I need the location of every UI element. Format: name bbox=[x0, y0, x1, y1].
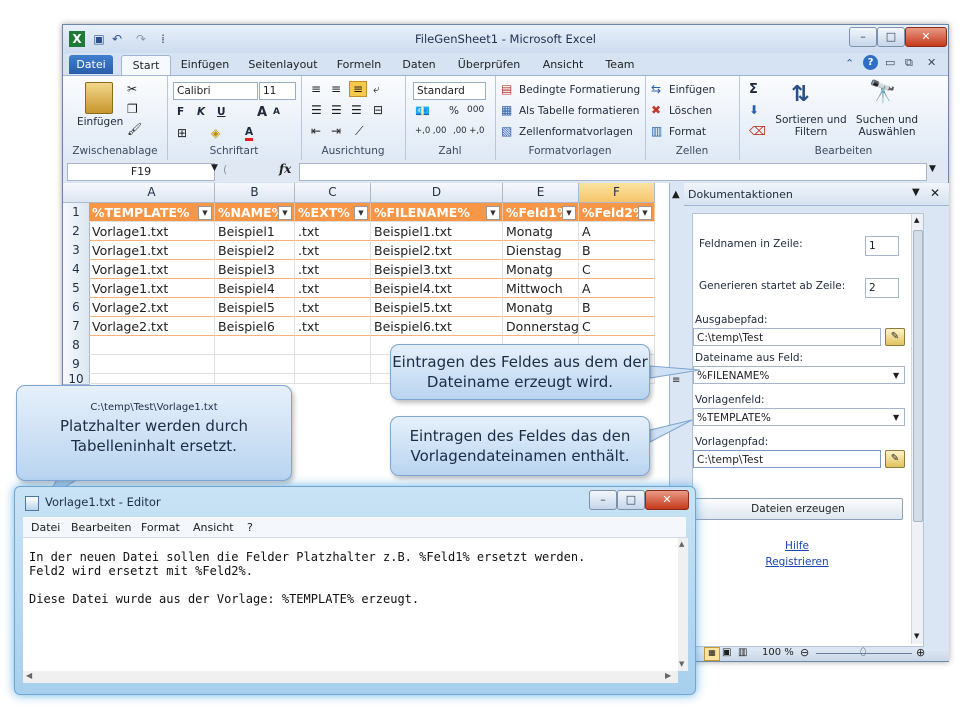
menu-help[interactable]: ? bbox=[247, 521, 253, 534]
notepad-title: Vorlage1.txt - Editor bbox=[45, 495, 161, 509]
notepad-close-button[interactable]: ✕ bbox=[645, 490, 689, 510]
notepad-vscrollbar[interactable]: ▲ ▼ bbox=[678, 538, 688, 671]
notepad-text-area[interactable]: In der neuen Datei sollen die Felder Pla… bbox=[23, 538, 678, 671]
callout-filename-field: Eintragen des Feldes aus dem der Dateina… bbox=[390, 344, 650, 400]
notepad-minimize-button[interactable]: – bbox=[589, 490, 617, 510]
notepad-icon bbox=[25, 496, 39, 511]
menu-datei[interactable]: Datei bbox=[31, 521, 60, 534]
notepad-scroll-left-icon[interactable]: ◀ bbox=[26, 671, 32, 680]
callout-placeholder-text: Platzhalter werden durch Tabelleninhalt … bbox=[59, 417, 249, 455]
notepad-hscrollbar[interactable]: ◀ ▶ bbox=[23, 671, 678, 683]
menu-ansicht[interactable]: Ansicht bbox=[193, 521, 234, 534]
notepad-window: Vorlage1.txt - Editor – □ ✕ Datei Bearbe… bbox=[14, 486, 696, 695]
notepad-menubar: Datei Bearbeiten Format Ansicht ? bbox=[23, 517, 686, 538]
callout2-pointer bbox=[649, 419, 693, 443]
callout1-pointer bbox=[649, 365, 701, 379]
notepad-scroll-up-icon[interactable]: ▲ bbox=[679, 540, 684, 548]
notepad-maximize-button[interactable]: □ bbox=[617, 490, 645, 510]
menu-format[interactable]: Format bbox=[141, 521, 180, 534]
callout-path-text: C:\temp\Test\Vorlage1.txt bbox=[90, 402, 218, 413]
notepad-scroll-down-icon[interactable]: ▼ bbox=[679, 660, 684, 668]
notepad-scroll-right-icon[interactable]: ▶ bbox=[665, 671, 671, 680]
callout-template-field: Eintragen des Feldes das den Vorlagendat… bbox=[390, 416, 650, 476]
menu-bearbeiten[interactable]: Bearbeiten bbox=[71, 521, 131, 534]
callout-placeholder: C:\temp\Test\Vorlage1.txt Platzhalter we… bbox=[16, 385, 292, 481]
